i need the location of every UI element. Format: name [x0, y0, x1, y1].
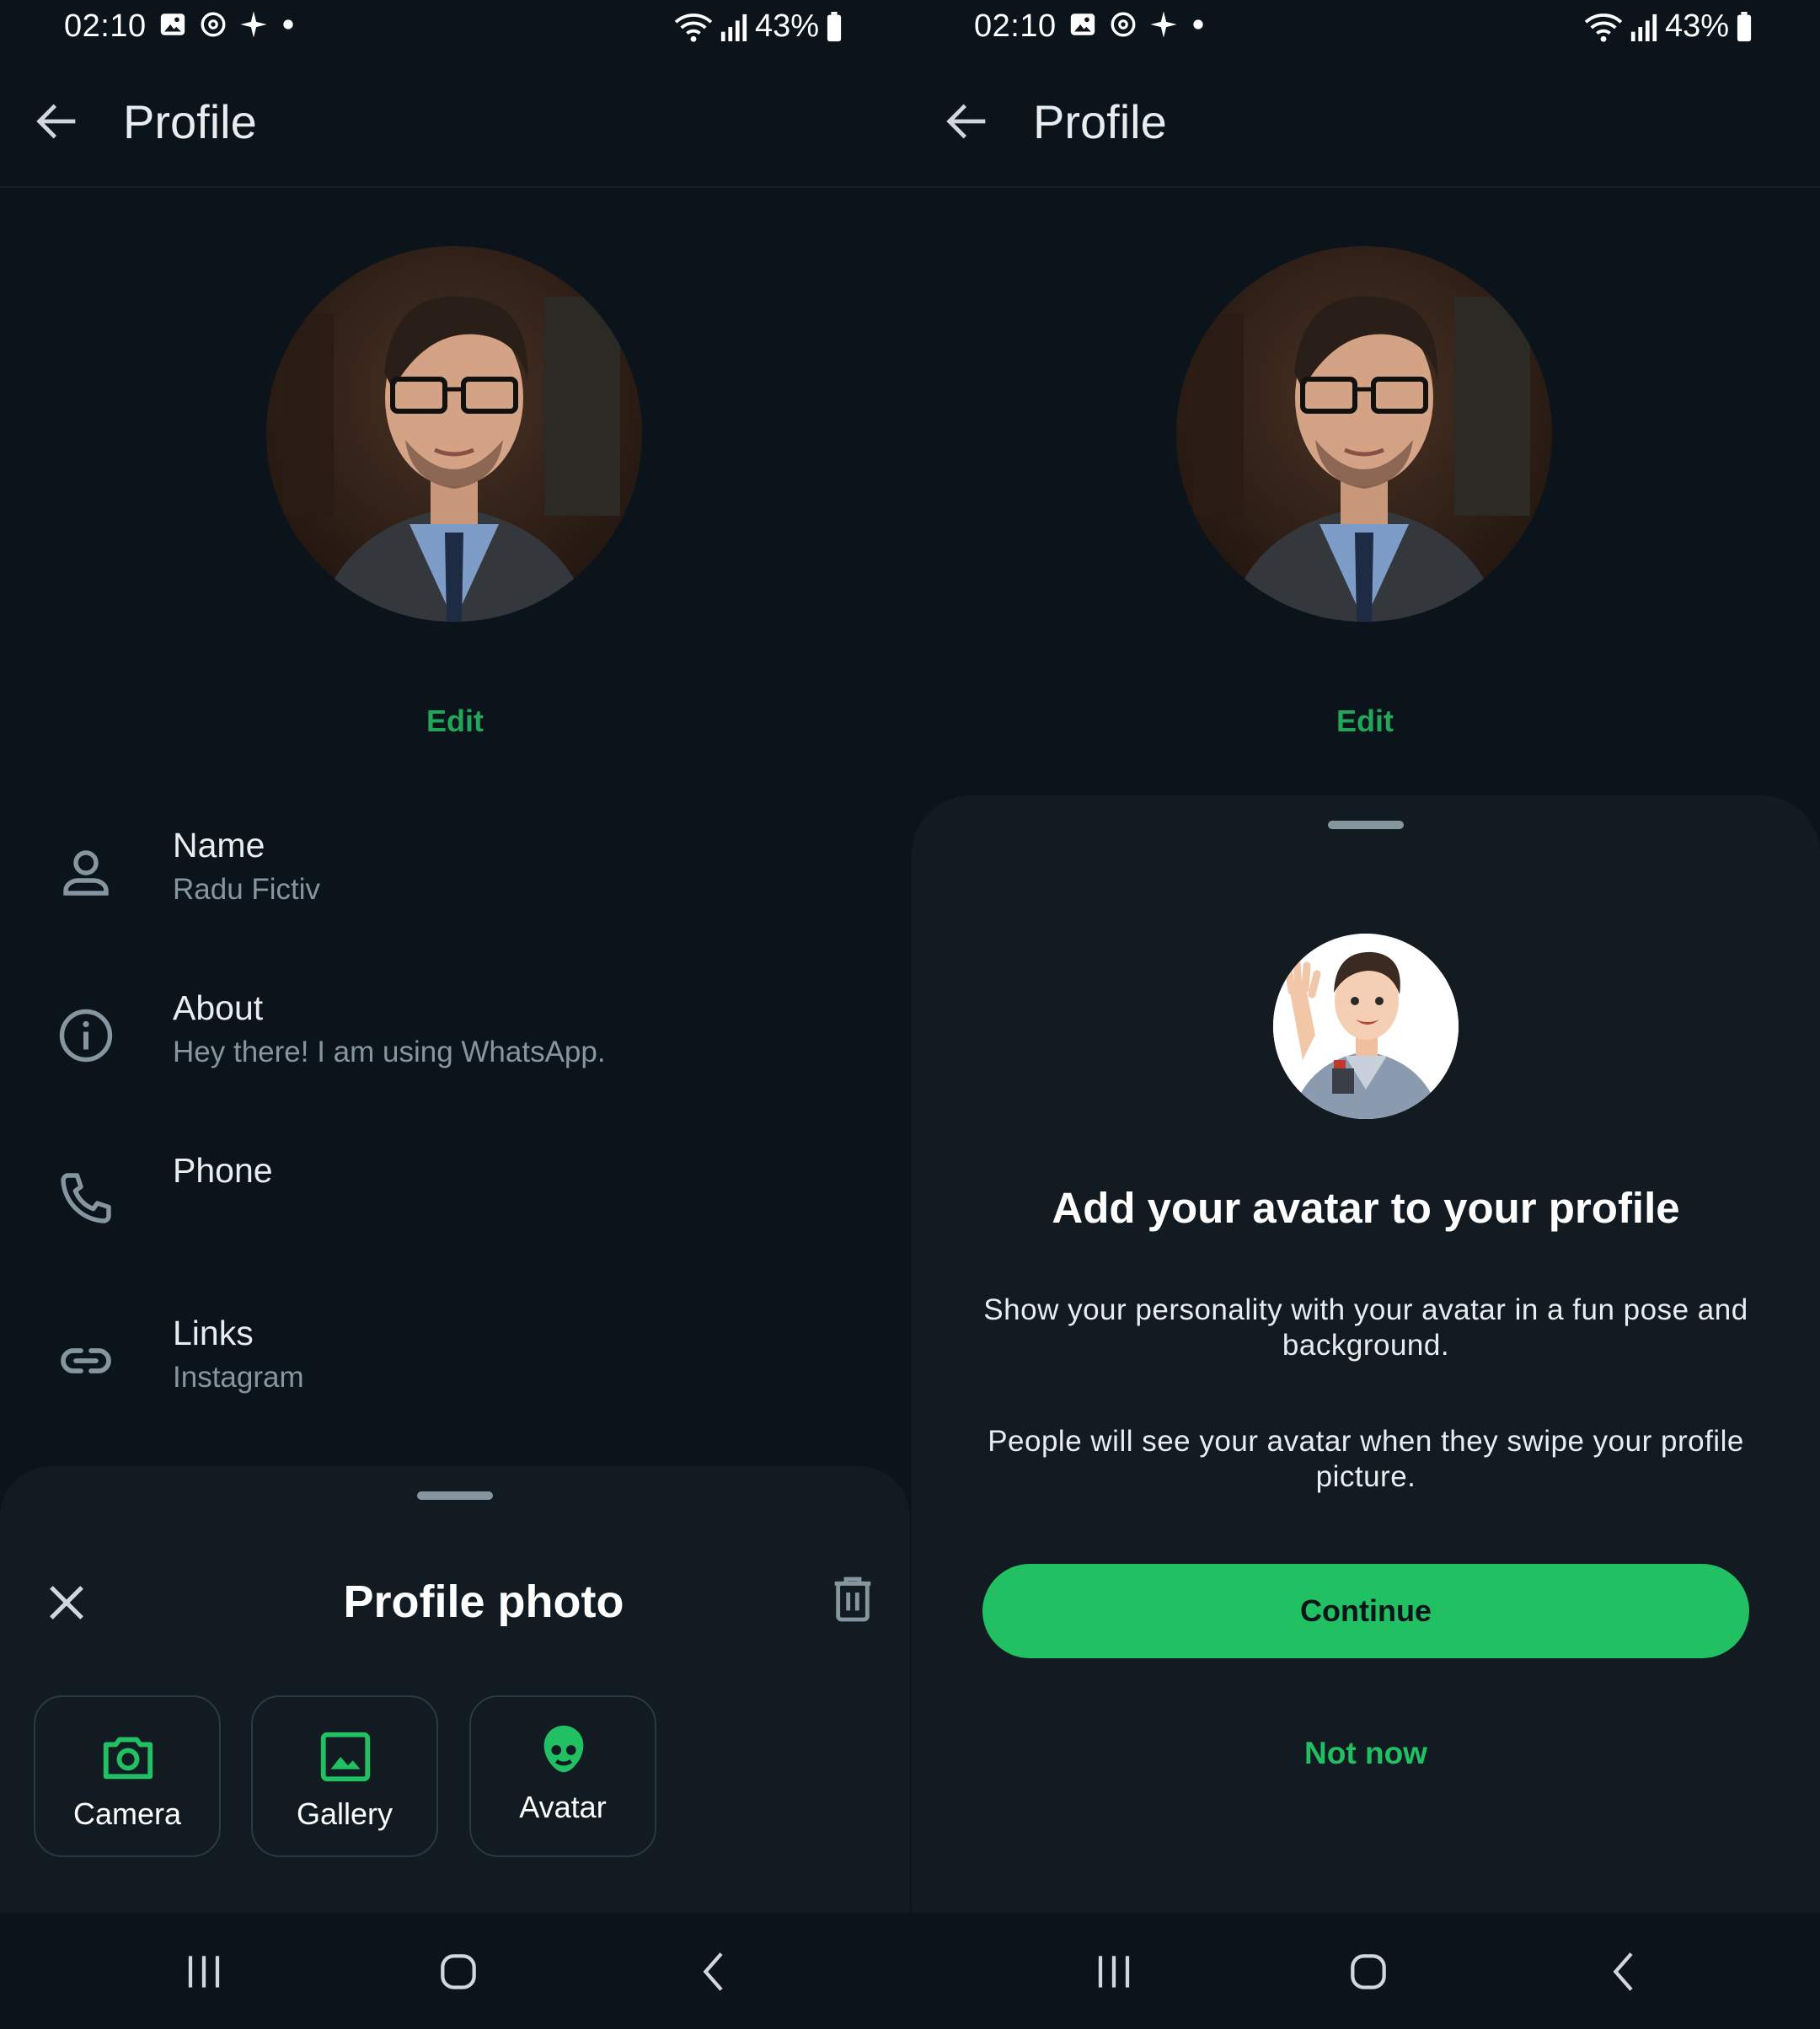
app-bar: Profile	[910, 56, 1820, 188]
links-value: Instagram	[173, 1361, 304, 1394]
edit-photo-link[interactable]: Edit	[0, 704, 910, 739]
camera-label: Camera	[72, 1796, 182, 1831]
right-screen: 02:10 43% Profile Edit Add your avatar t…	[910, 0, 1820, 2029]
threads-icon	[1111, 12, 1136, 37]
status-right: 43%	[674, 8, 843, 45]
about-value: Hey there! I am using WhatsApp.	[173, 1036, 606, 1068]
back-arrow-icon[interactable]	[940, 94, 994, 148]
camera-icon	[103, 1737, 153, 1780]
avatar-option[interactable]: Avatar	[469, 1695, 656, 1857]
phone-label: Phone	[173, 1151, 273, 1190]
page-title: Profile	[1033, 95, 1167, 148]
phone-icon	[61, 1173, 111, 1223]
name-row[interactable]: Name Radu Fictiv	[0, 817, 910, 944]
system-nav-bar	[910, 1913, 1820, 2029]
notification-icons	[1068, 10, 1207, 39]
profile-photo[interactable]	[1176, 246, 1552, 622]
name-value: Radu Fictiv	[173, 873, 321, 906]
profile-photo-sheet: Profile photo Camera Gallery Avatar	[0, 1466, 910, 1913]
app-bar: Profile	[0, 56, 910, 188]
recents-icon[interactable]	[1087, 1945, 1141, 1999]
dot-icon	[283, 19, 293, 29]
signal-icon	[720, 13, 747, 41]
dot-icon	[1193, 19, 1203, 29]
trash-icon[interactable]	[826, 1572, 880, 1626]
recents-icon[interactable]	[177, 1945, 231, 1999]
avatar-description-1: Show your personality with your avatar i…	[983, 1293, 1748, 1362]
battery-percent: 43%	[1664, 8, 1729, 44]
battery-icon	[1737, 11, 1752, 41]
status-bar: 02:10 43%	[0, 0, 910, 56]
sparkle-icon	[240, 11, 267, 38]
back-arrow-icon[interactable]	[30, 94, 84, 148]
link-icon	[61, 1348, 111, 1373]
links-label: Links	[173, 1314, 254, 1352]
not-now-button[interactable]: Not now	[912, 1736, 1820, 1771]
avatar-sheet-title: Add your avatar to your profile	[1052, 1184, 1680, 1232]
home-icon[interactable]	[1341, 1945, 1395, 1999]
signal-icon	[1630, 13, 1657, 41]
image-notification-icon	[1070, 13, 1095, 35]
name-label: Name	[173, 826, 265, 865]
image-notification-icon	[160, 13, 185, 35]
avatar-promo-sheet: Add your avatar to your profile Show you…	[912, 795, 1820, 1913]
left-screen: 02:10 43% Profile Edit Name Radu Fictiv …	[0, 0, 910, 2029]
avatar-description-2: People will see your avatar when they sw…	[988, 1425, 1744, 1493]
info-icon	[59, 1009, 113, 1063]
battery-percent: 43%	[754, 8, 819, 44]
continue-button[interactable]: Continue	[982, 1564, 1749, 1658]
system-back-icon[interactable]	[1598, 1945, 1651, 1999]
sheet-title: Profile photo	[343, 1577, 624, 1627]
status-time: 02:10	[974, 8, 1057, 44]
edit-photo-link[interactable]: Edit	[910, 704, 1820, 739]
status-right: 43%	[1584, 8, 1753, 45]
avatar-label: Avatar	[519, 1790, 607, 1824]
phone-row[interactable]: Phone	[0, 1143, 910, 1269]
wifi-icon	[674, 13, 713, 42]
system-back-icon[interactable]	[688, 1945, 741, 1999]
page-title: Profile	[123, 95, 257, 148]
person-icon	[63, 850, 109, 896]
gallery-label: Gallery	[296, 1796, 393, 1831]
notification-icons	[158, 10, 297, 39]
sheet-drag-handle[interactable]	[417, 1491, 493, 1500]
sparkle-icon	[1150, 11, 1177, 38]
wifi-icon	[1584, 13, 1623, 42]
profile-photo[interactable]	[266, 246, 642, 622]
status-time: 02:10	[64, 8, 147, 44]
about-row[interactable]: About Hey there! I am using WhatsApp.	[0, 980, 910, 1106]
threads-icon	[201, 12, 226, 37]
system-nav-bar	[0, 1913, 910, 2029]
camera-option[interactable]: Camera	[34, 1695, 221, 1857]
gallery-option[interactable]: Gallery	[251, 1695, 438, 1857]
gallery-icon	[320, 1732, 371, 1782]
sheet-drag-handle[interactable]	[1328, 821, 1404, 829]
links-row[interactable]: Links Instagram	[0, 1305, 910, 1432]
avatar-icon	[543, 1725, 584, 1773]
status-bar: 02:10 43%	[910, 0, 1820, 56]
home-icon[interactable]	[431, 1945, 485, 1999]
battery-icon	[827, 11, 842, 41]
avatar-illustration	[1273, 934, 1459, 1119]
about-label: About	[173, 988, 264, 1027]
